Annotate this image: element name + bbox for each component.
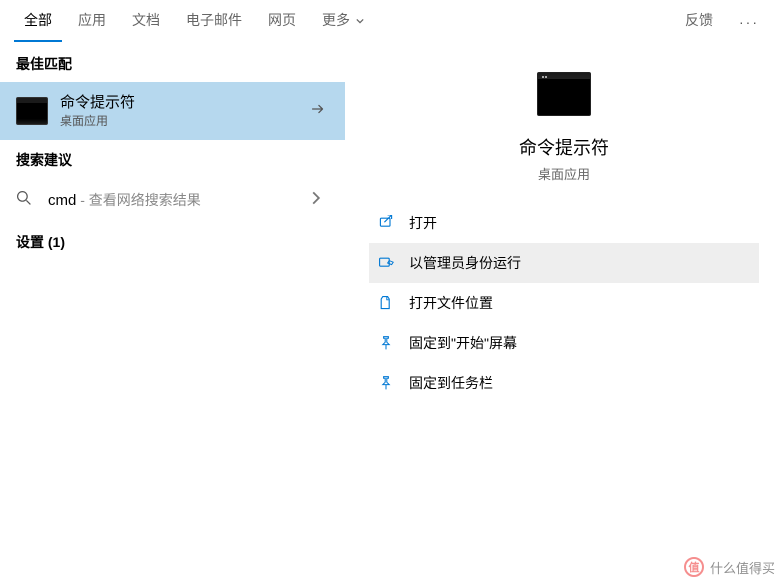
- search-suggestion-item[interactable]: cmd - 查看网络搜索结果: [0, 178, 345, 222]
- search-filter-tabs: 全部 应用 文档 电子邮件 网页 更多 反馈 ···: [0, 0, 783, 44]
- ellipsis-icon: ···: [739, 14, 759, 30]
- watermark-badge-icon: 值: [684, 557, 704, 577]
- tab-apps[interactable]: 应用: [68, 4, 116, 40]
- suggestion-suffix: - 查看网络搜索结果: [76, 192, 200, 208]
- settings-header[interactable]: 设置 (1): [0, 222, 345, 260]
- suggestions-header: 搜索建议: [0, 140, 345, 178]
- action-label: 固定到任务栏: [409, 373, 493, 393]
- arrow-right-icon: [309, 100, 327, 118]
- action-list: 打开 以管理员身份运行 打开文件位置 固定到"开始"屏幕: [369, 203, 759, 403]
- result-title: 命令提示符: [60, 92, 291, 113]
- tab-email[interactable]: 电子邮件: [176, 4, 252, 40]
- action-open[interactable]: 打开: [369, 203, 759, 243]
- feedback-link[interactable]: 反馈: [675, 4, 723, 40]
- result-subtitle: 桌面应用: [60, 113, 291, 130]
- action-label: 打开文件位置: [409, 293, 493, 313]
- admin-icon: [377, 254, 395, 272]
- action-pin-taskbar[interactable]: 固定到任务栏: [369, 363, 759, 403]
- tab-web[interactable]: 网页: [258, 4, 306, 40]
- action-label: 固定到"开始"屏幕: [409, 333, 517, 353]
- tab-docs[interactable]: 文档: [122, 4, 170, 40]
- search-icon: [16, 190, 32, 206]
- search-results-panel: 最佳匹配 命令提示符 桌面应用 搜索建议 cmd - 查看网络搜索结果 设置 (: [0, 44, 345, 585]
- chevron-right-icon: [309, 191, 323, 205]
- watermark: 值 什么值得买: [684, 557, 775, 577]
- expand-result-button[interactable]: [303, 100, 333, 121]
- best-match-header: 最佳匹配: [0, 44, 345, 82]
- detail-cmd-icon: [537, 72, 591, 116]
- action-open-file-location[interactable]: 打开文件位置: [369, 283, 759, 323]
- action-pin-start[interactable]: 固定到"开始"屏幕: [369, 323, 759, 363]
- pin-taskbar-icon: [377, 374, 395, 392]
- expand-suggestion-button[interactable]: [303, 191, 329, 208]
- cmd-icon: [16, 97, 48, 125]
- action-label: 打开: [409, 213, 437, 233]
- open-icon: [377, 214, 395, 232]
- action-label: 以管理员身份运行: [409, 253, 521, 273]
- watermark-text: 什么值得买: [710, 558, 775, 577]
- suggestion-term: cmd: [48, 192, 76, 209]
- action-run-as-admin[interactable]: 以管理员身份运行: [369, 243, 759, 283]
- detail-panel: 命令提示符 桌面应用 打开 以管理员身份运行 打开文件位置: [345, 44, 783, 585]
- tab-all[interactable]: 全部: [14, 4, 62, 40]
- tab-more-label: 更多: [322, 12, 350, 28]
- pin-start-icon: [377, 334, 395, 352]
- detail-subtitle: 桌面应用: [538, 164, 590, 183]
- folder-icon: [377, 294, 395, 312]
- more-menu-button[interactable]: ···: [729, 8, 769, 36]
- best-match-result[interactable]: 命令提示符 桌面应用: [0, 82, 345, 140]
- detail-title: 命令提示符: [519, 134, 609, 160]
- chevron-down-icon: [356, 17, 364, 25]
- tab-more[interactable]: 更多: [312, 4, 374, 40]
